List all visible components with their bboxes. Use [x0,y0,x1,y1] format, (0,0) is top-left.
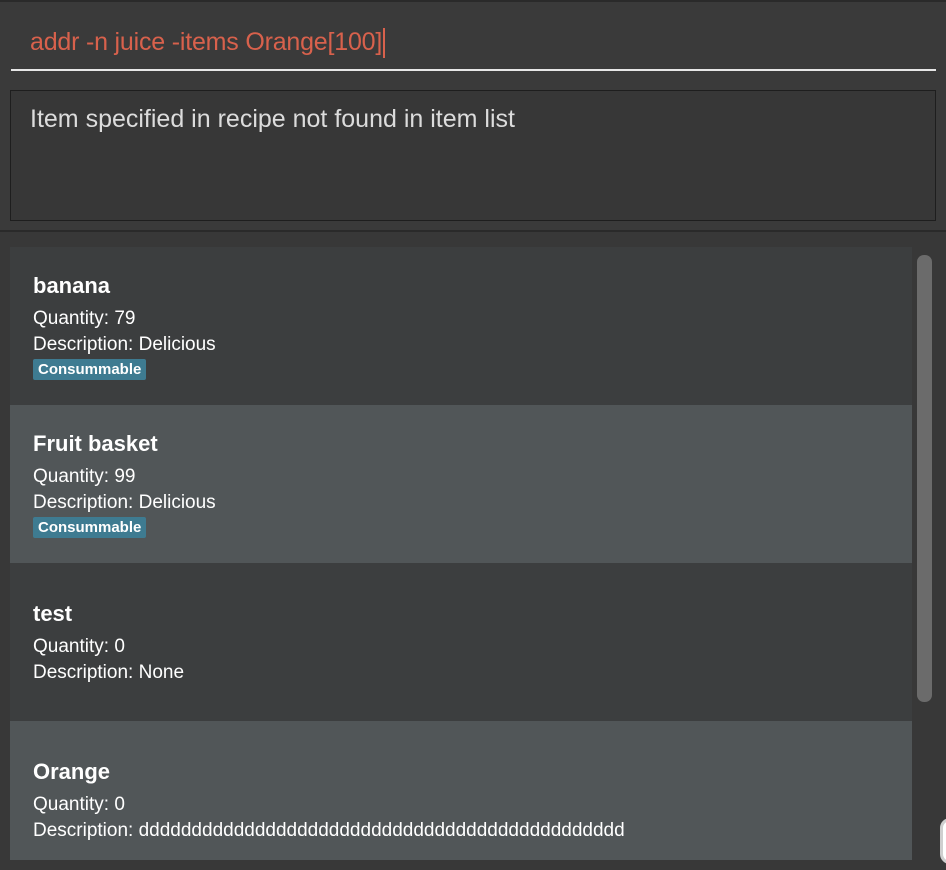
scrollbar-thumb[interactable] [917,255,932,702]
command-text: addr -n juice -items Orange[100] [30,28,383,56]
item-card-test[interactable]: test Quantity: 0 Description: None [10,563,912,721]
item-card-orange[interactable]: Orange Quantity: 0 Description: dddddddd… [10,721,912,860]
item-tag: Consummable [33,517,147,538]
result-display[interactable]: Item specified in recipe not found in it… [10,90,936,221]
item-name: banana [33,273,111,298]
item-tag: Consummable [33,359,147,380]
item-card-fruit-basket[interactable]: Fruit basket Quantity: 99 Description: D… [10,405,912,563]
item-quantity: Quantity: 79 [33,308,136,329]
window-edge-handle[interactable] [940,818,946,864]
app-window: addr -n juice -items Orange[100] Item sp… [0,0,946,870]
item-description: Description: Delicious [33,334,216,355]
list-scrollbar[interactable] [912,247,938,860]
item-list[interactable]: banana Quantity: 79 Description: Delicio… [10,247,912,860]
item-quantity: Quantity: 0 [33,636,125,657]
item-name: test [33,601,73,626]
item-quantity: Quantity: 0 [33,794,125,815]
command-input[interactable]: addr -n juice -items Orange[100] [11,16,936,71]
item-name: Fruit basket [33,431,158,456]
text-caret [383,27,386,58]
item-quantity: Quantity: 99 [33,466,136,487]
command-box: addr -n juice -items Orange[100] [0,0,946,80]
item-description: Description: Delicious [33,492,216,513]
result-message: Item specified in recipe not found in it… [30,105,515,133]
item-card-banana[interactable]: banana Quantity: 79 Description: Delicio… [10,247,912,405]
item-description: Description: None [33,662,185,683]
item-description: Description: ddddddddddddddddddddddddddd… [33,820,625,841]
item-name: Orange [33,759,111,784]
item-list-panel: banana Quantity: 79 Description: Delicio… [0,232,946,870]
result-display-panel: Item specified in recipe not found in it… [0,80,946,232]
